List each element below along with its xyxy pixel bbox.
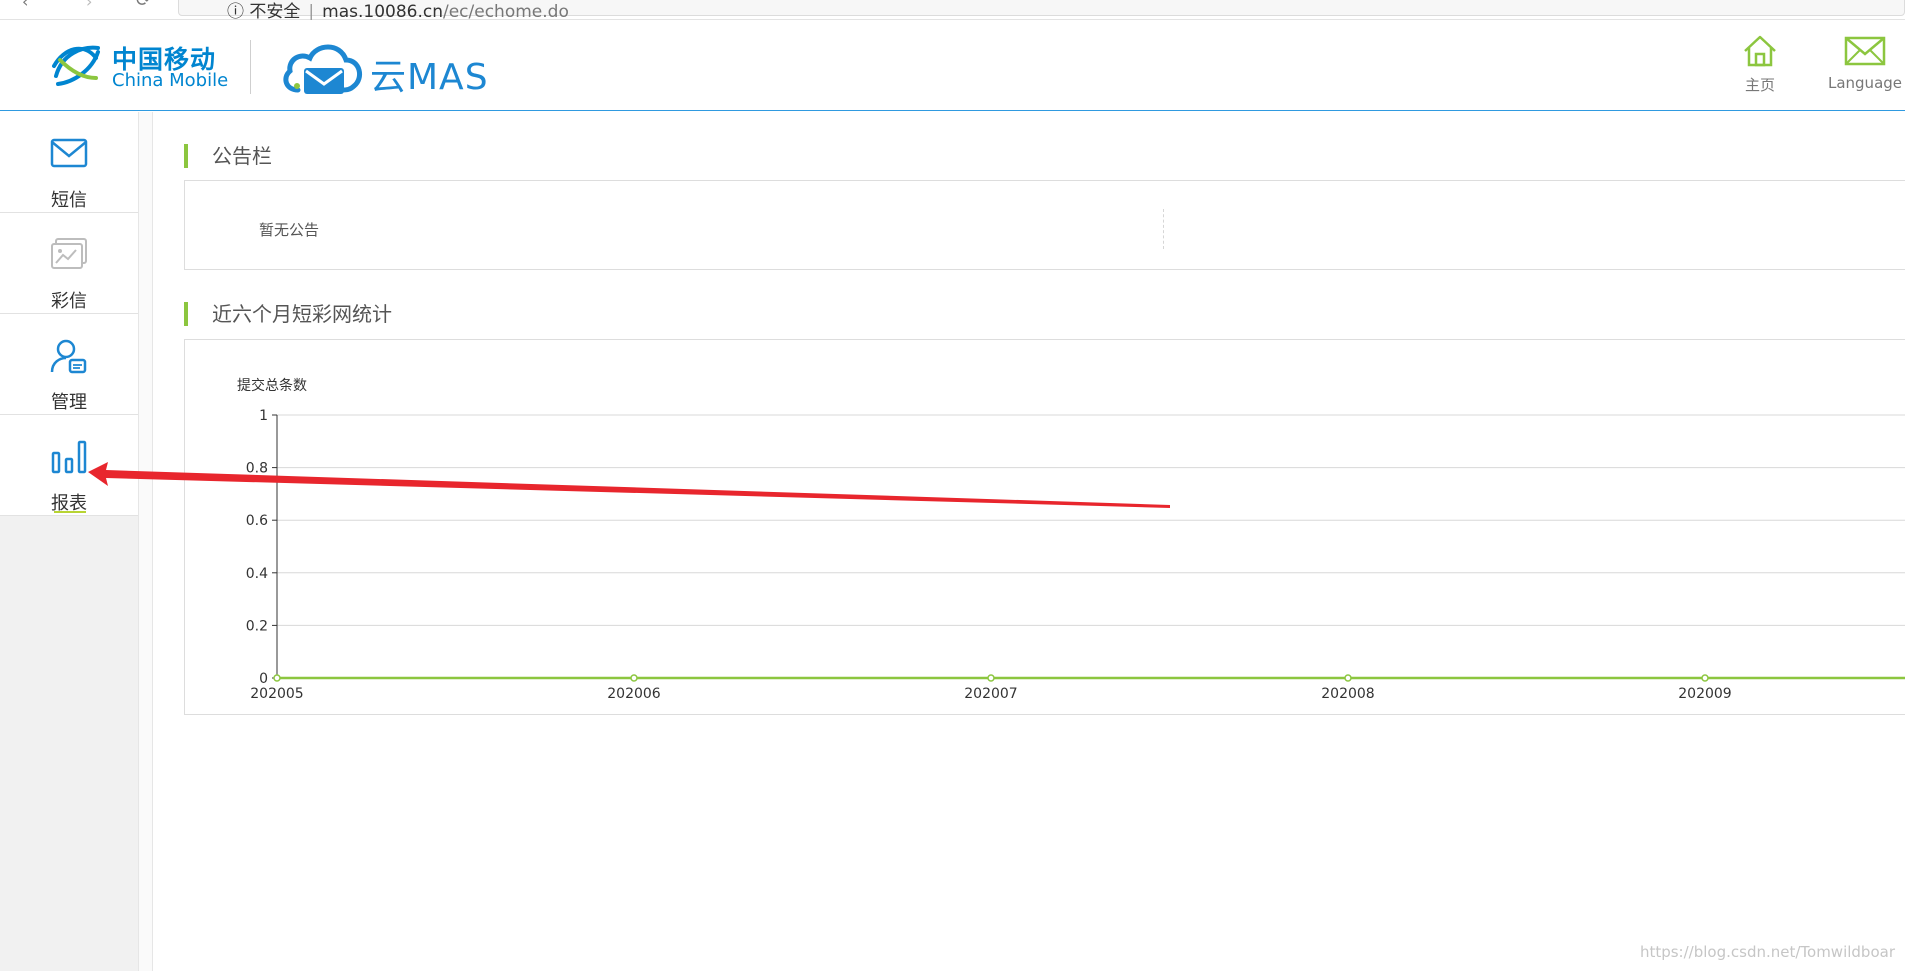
cloud-mas-logo: 云MAS: [280, 38, 490, 98]
x-tick-label: 202005: [250, 686, 303, 702]
china-mobile-logo: 中国移动 China Mobile: [48, 36, 238, 96]
sidebar-item-sms[interactable]: 短信: [0, 112, 138, 213]
language-link-label: Language: [1827, 74, 1903, 92]
url-host: mas.10086.cn: [322, 2, 443, 22]
sidebar-item-label: 短信: [51, 190, 87, 211]
y-tick-label: 0.8: [246, 461, 268, 477]
browser-toolbar: ‹ › ⟳ ⓘ 不安全 | mas.10086.cn/ec/echome.do: [0, 0, 1905, 22]
cloud-mail-icon: [283, 44, 363, 94]
y-tick-label: 0.2: [246, 618, 268, 634]
data-point: [1344, 674, 1352, 682]
bar-chart-icon: [51, 440, 87, 474]
data-point: [1701, 674, 1709, 682]
logo-english-text: China Mobile: [112, 70, 229, 91]
y-tick-label: 1: [259, 408, 268, 424]
active-indicator: [54, 511, 86, 513]
notice-section-title: 公告栏: [184, 144, 272, 168]
sidebar-item-reports[interactable]: 报表: [0, 415, 138, 516]
sidebar-scrollbar[interactable]: [138, 112, 153, 971]
logo-divider: [250, 40, 251, 94]
stats-line-chart: 提交总条数 0 0.2 0.4 0.6 0.8 1 202005 202006 202007 202…: [237, 377, 1905, 702]
x-tick-label: 202009: [1678, 686, 1731, 702]
notice-empty-text: 暂无公告: [259, 221, 320, 239]
sidebar-item-management[interactable]: 管理: [0, 314, 138, 415]
stats-section-title: 近六个月短彩网统计: [184, 302, 392, 326]
security-info-icon: ⓘ: [227, 2, 244, 22]
notice-panel: 暂无公告: [184, 180, 1905, 270]
app-header: 中国移动 China Mobile 云MAS 主页 Language: [0, 20, 1905, 111]
user-card-icon: [50, 339, 87, 374]
left-sidebar: 短信 彩信 管理 报表: [0, 112, 138, 971]
mail-icon: [50, 138, 88, 168]
y-tick-label: 0.6: [246, 513, 268, 529]
data-point: [273, 674, 281, 682]
data-point: [987, 674, 995, 682]
x-tick-label: 202008: [1321, 686, 1374, 702]
y-axis-label: 提交总条数: [237, 377, 307, 394]
image-icon: [51, 238, 87, 269]
product-name: 云MAS: [370, 57, 489, 98]
address-text: ⓘ 不安全 | mas.10086.cn/ec/echome.do: [227, 2, 569, 22]
watermark-text: https://blog.csdn.net/Tomwildboar: [1639, 943, 1895, 961]
forward-icon[interactable]: ›: [86, 0, 92, 11]
sidebar-item-label: 彩信: [51, 291, 87, 312]
sidebar-item-label: 管理: [51, 392, 87, 413]
back-icon[interactable]: ‹: [22, 0, 28, 11]
language-link[interactable]: Language: [1825, 34, 1905, 92]
data-point: [630, 674, 638, 682]
envelope-icon: [1844, 36, 1886, 66]
y-tick-label: 0: [259, 671, 268, 687]
china-mobile-logo-icon: [52, 45, 100, 86]
x-tick-label: 202006: [607, 686, 661, 702]
url-path: /ec/echome.do: [442, 2, 569, 22]
address-bar[interactable]: ⓘ 不安全 | mas.10086.cn/ec/echome.do: [178, 0, 1905, 22]
y-tick-label: 0.4: [246, 566, 268, 582]
notice-divider: [1163, 209, 1164, 249]
sidebar-item-mms[interactable]: 彩信: [0, 213, 138, 314]
x-tick-label: 202007: [964, 686, 1017, 702]
security-label: 不安全: [249, 2, 301, 22]
home-icon: [1744, 35, 1776, 67]
reload-icon[interactable]: ⟳: [136, 0, 151, 11]
home-link-label: 主页: [1744, 76, 1775, 94]
stats-chart-panel: 提交总条数 0 0.2 0.4 0.6 0.8 1 202005 202006 202007 202…: [184, 339, 1905, 715]
home-link[interactable]: 主页: [1720, 34, 1800, 95]
